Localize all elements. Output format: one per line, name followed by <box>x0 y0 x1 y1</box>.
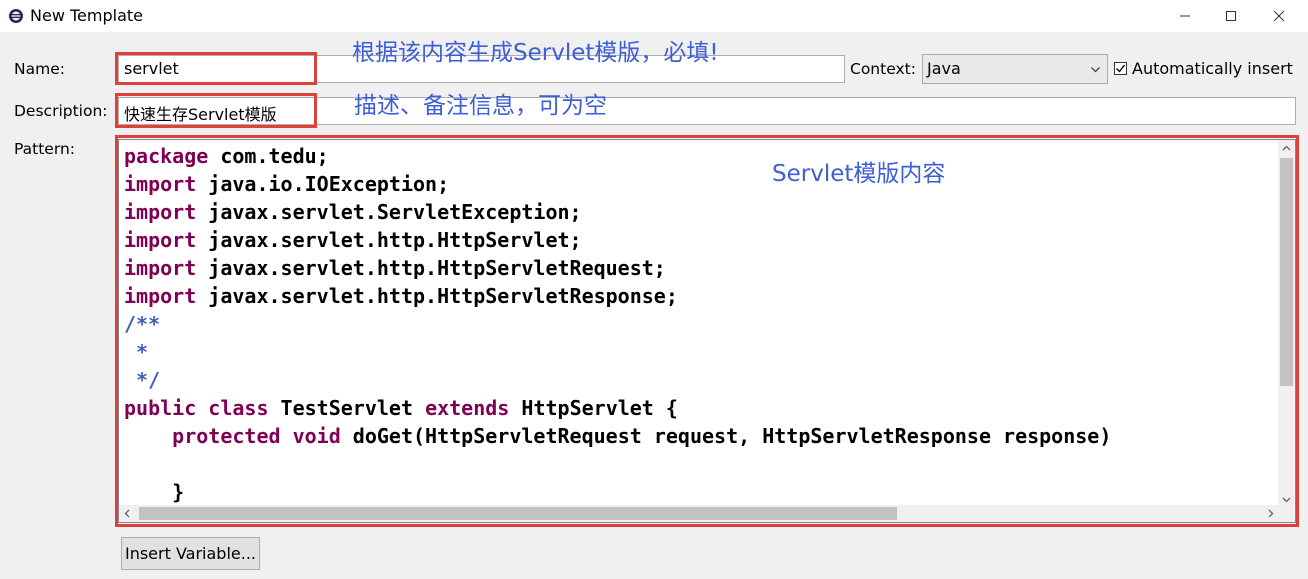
window-title: New Template <box>30 6 143 25</box>
maximize-button[interactable] <box>1208 0 1254 32</box>
pattern-highlight-box <box>115 135 1299 527</box>
pattern-annotation: Servlet模版内容 <box>772 161 946 187</box>
eclipse-app-icon <box>8 8 24 24</box>
insert-variable-button[interactable]: Insert Variable... <box>121 537 260 570</box>
checkmark-icon <box>1116 64 1126 73</box>
auto-insert-checkbox[interactable] <box>1114 62 1127 75</box>
description-highlight-box <box>115 93 317 128</box>
maximize-icon <box>1226 11 1236 21</box>
description-annotation: 描述、备注信息，可为空 <box>354 93 607 119</box>
name-annotation: 根据该内容生成Servlet模版，必填! <box>352 40 719 66</box>
name-label: Name: <box>14 60 65 78</box>
description-label: Description: <box>14 102 108 120</box>
chevron-down-icon <box>1091 67 1100 73</box>
context-label: Context: <box>850 60 916 78</box>
minimize-button[interactable] <box>1162 0 1208 32</box>
context-select-value: Java <box>927 59 961 78</box>
minimize-icon <box>1180 15 1190 17</box>
pattern-label: Pattern: <box>14 140 75 158</box>
close-icon <box>1273 10 1285 22</box>
title-bar: New Template <box>0 0 1308 32</box>
name-highlight-box <box>115 52 317 85</box>
auto-insert-label: Automatically insert <box>1132 59 1293 78</box>
context-select[interactable]: Java <box>922 54 1108 84</box>
close-button[interactable] <box>1256 0 1302 32</box>
